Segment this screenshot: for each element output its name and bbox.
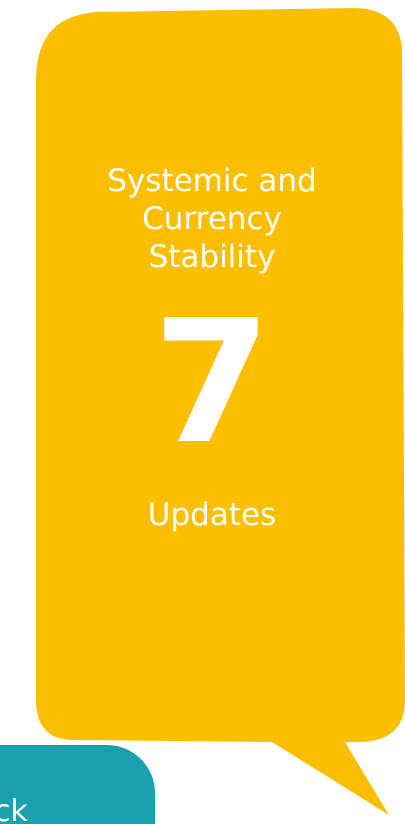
card-title-line-3: Stability bbox=[148, 239, 276, 275]
bubble-content: Systemic and Currency Stability 7 Update… bbox=[62, 162, 362, 534]
updates-count: 7 bbox=[152, 284, 272, 482]
canvas: Systemic and Currency Stability 7 Update… bbox=[0, 0, 405, 824]
card-title-line-2: Currency bbox=[142, 201, 282, 237]
teal-card-text: ck bbox=[0, 794, 28, 824]
card-title-line-1: Systemic and bbox=[107, 163, 317, 199]
card-subtitle: Updates bbox=[147, 497, 277, 533]
